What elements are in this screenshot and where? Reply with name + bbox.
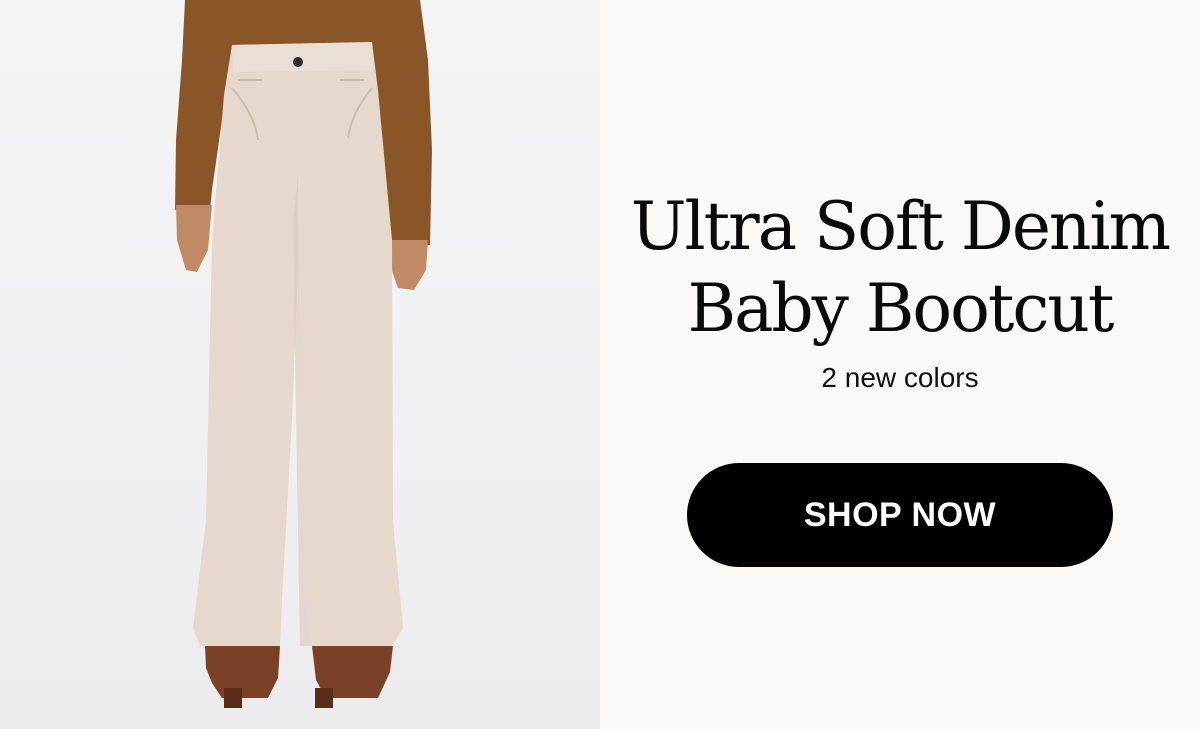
shop-now-button[interactable]: SHOP NOW — [687, 463, 1113, 567]
headline: Ultra Soft Denim Baby Bootcut — [600, 186, 1200, 350]
product-photo[interactable] — [0, 0, 600, 729]
headline-line-1: Ultra Soft Denim — [630, 188, 1171, 265]
model-illustration — [175, 0, 432, 708]
headline-line-2: Baby Bootcut — [687, 270, 1115, 347]
subheadline: 2 new colors — [821, 362, 979, 393]
promo-copy: Ultra Soft Denim Baby Bootcut 2 new colo… — [600, 0, 1200, 729]
promo-banner: Ultra Soft Denim Baby Bootcut 2 new colo… — [0, 0, 1200, 729]
